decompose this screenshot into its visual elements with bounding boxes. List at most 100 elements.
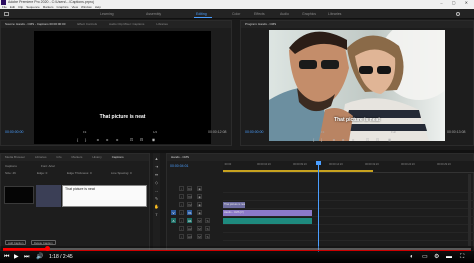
track-lane-v2[interactable]: That picture is neat (223, 201, 474, 209)
mark-in-icon[interactable]: { (75, 137, 80, 142)
slip-tool-icon[interactable]: ↔ (154, 189, 159, 193)
tab-libraries[interactable]: Libraries (156, 22, 168, 26)
razor-tool-icon[interactable]: ◇ (154, 181, 159, 185)
ripple-edit-tool-icon[interactable]: ⇹ (154, 173, 159, 177)
workspace-learning[interactable]: Learning (100, 9, 114, 19)
track-lane-v3[interactable] (223, 193, 474, 201)
theater-icon[interactable]: ▬ (446, 254, 452, 261)
lock-icon[interactable]: ▫ (179, 218, 184, 223)
tab-info[interactable]: Info (57, 155, 62, 159)
mark-out-icon[interactable]: } (319, 137, 324, 142)
lock-icon[interactable]: ▫ (179, 226, 184, 231)
step-back-icon[interactable]: ◂ (331, 137, 336, 142)
home-icon[interactable] (4, 12, 9, 16)
source-patch-a1[interactable]: A (171, 218, 176, 223)
step-forward-icon[interactable]: ▸ (351, 137, 356, 142)
track-label-v1[interactable]: V1 (187, 210, 192, 215)
source-page[interactable]: 1/2 (153, 130, 157, 134)
work-area-bar[interactable] (223, 170, 373, 172)
source-video-frame[interactable]: That picture is neat (34, 31, 211, 144)
lock-icon[interactable]: ▫ (179, 186, 184, 191)
workspace-audio[interactable]: Audio (280, 9, 289, 19)
overwrite-icon[interactable]: ⊟ (139, 137, 144, 142)
eye-icon[interactable]: ◉ (197, 194, 202, 199)
program-timecode[interactable]: 00:00:00:00 (245, 130, 264, 134)
program-video-frame[interactable]: That picture is neat (269, 30, 445, 141)
mute-icon[interactable]: M (197, 234, 202, 239)
lock-icon[interactable]: ▫ (179, 194, 184, 199)
mark-out-icon[interactable]: } (83, 137, 88, 142)
tab-source[interactable]: Source: Hands - CMS - Captions 00:00:00:… (5, 22, 65, 26)
settings-icon[interactable]: ⚙ (434, 254, 439, 261)
tab-history[interactable]: History (92, 155, 101, 159)
timeline-vertical-scrollbar[interactable] (468, 174, 471, 246)
program-resolution[interactable]: Full (391, 130, 396, 134)
delete-caption-button[interactable]: Delete Caption (31, 240, 56, 245)
eye-icon[interactable]: ◉ (197, 210, 202, 215)
eye-icon[interactable]: ◉ (197, 186, 202, 191)
audio-clip[interactable] (223, 218, 312, 224)
play-icon[interactable]: ▸ (341, 137, 346, 142)
tab-media-browser[interactable]: Media Browser (5, 155, 25, 159)
caption-timing-cell[interactable] (36, 185, 61, 207)
source-patch-v1[interactable]: V (171, 210, 176, 215)
tab-libraries[interactable]: Libraries (35, 155, 47, 159)
play-icon[interactable]: ▶ (14, 254, 19, 261)
workspace-assembly[interactable]: Assembly (146, 9, 161, 19)
edge-thickness-setting[interactable]: Edge Thickness: 0 (67, 171, 92, 175)
video-progress-bar[interactable] (3, 246, 471, 251)
tab-sequence[interactable]: Hands - CMS (171, 155, 189, 159)
extract-icon[interactable]: ⊟ (375, 137, 380, 142)
track-lane-c1[interactable] (223, 185, 474, 193)
selection-tool-icon[interactable]: ▲ (154, 157, 159, 161)
size-setting[interactable]: Size: 46 (5, 171, 16, 175)
track-lane-v1[interactable]: Hands - CMS [V] (223, 209, 474, 217)
volume-icon[interactable]: 🔊 (36, 254, 43, 261)
track-label-v2[interactable]: V2 (187, 202, 192, 207)
add-caption-button[interactable]: Add Caption (5, 240, 27, 245)
workspace-color[interactable]: Color (232, 9, 240, 19)
track-lane-a2[interactable] (223, 225, 474, 233)
tab-audio-clip-mixer[interactable]: Audio Clip Mixer: Captions (109, 22, 144, 26)
video-progress-handle[interactable] (44, 246, 50, 251)
source-timecode[interactable]: 00:00:00:00 (5, 130, 24, 134)
workspace-libraries[interactable]: Libraries (328, 9, 341, 19)
program-fit-select[interactable]: Fit (321, 130, 324, 134)
eye-icon[interactable]: ◉ (197, 202, 202, 207)
track-label-a2[interactable]: A2 (187, 226, 192, 231)
time-ruler[interactable]: :00:00 00:00:04:23 00:00:09:23 00:00:14:… (223, 161, 474, 173)
solo-icon[interactable]: S (205, 226, 210, 231)
tab-markers[interactable]: Markers (72, 155, 83, 159)
tab-captions[interactable]: Captions (112, 155, 124, 159)
step-back-icon[interactable]: ◂ (95, 137, 100, 142)
type-tool-icon[interactable]: T (154, 213, 159, 217)
previous-icon[interactable]: ⏮ (4, 254, 9, 261)
hand-tool-icon[interactable]: ✋ (154, 205, 159, 209)
tab-effect-controls[interactable]: Effect Controls (77, 22, 97, 26)
captions-icon[interactable]: ▭ (422, 254, 428, 261)
step-forward-icon[interactable]: ▸ (115, 137, 120, 142)
autoplay-icon[interactable]: ◐ (410, 254, 414, 261)
track-lane-a1[interactable] (223, 217, 474, 225)
font-setting[interactable]: Font: Arial (41, 164, 55, 168)
track-lane-a3[interactable] (223, 233, 474, 241)
search-icon[interactable] (456, 12, 460, 16)
line-spacing-setting[interactable]: Line Spacing: 0 (111, 171, 132, 175)
track-label-a3[interactable]: A3 (187, 234, 192, 239)
lock-icon[interactable]: ▫ (179, 202, 184, 207)
lock-icon[interactable]: ▫ (179, 210, 184, 215)
mute-icon[interactable]: M (197, 218, 202, 223)
next-icon[interactable]: ⏭ (24, 254, 29, 261)
track-label-c1[interactable]: C1 (187, 186, 192, 191)
video-clip[interactable]: Hands - CMS [V] (223, 210, 312, 216)
export-frame-icon[interactable]: ◉ (151, 137, 156, 142)
play-icon[interactable]: ▸ (105, 137, 110, 142)
lift-icon[interactable]: ⊡ (365, 137, 370, 142)
fullscreen-icon[interactable]: ⛶ (460, 254, 464, 261)
lock-icon[interactable]: ▫ (179, 234, 184, 239)
workspace-effects[interactable]: Effects (254, 9, 265, 19)
caption-clip[interactable]: That picture is neat (223, 202, 245, 208)
export-frame-icon[interactable]: ◉ (387, 137, 392, 142)
track-select-tool-icon[interactable]: ⇥ (154, 165, 159, 169)
caption-thumbnail[interactable] (4, 186, 34, 204)
